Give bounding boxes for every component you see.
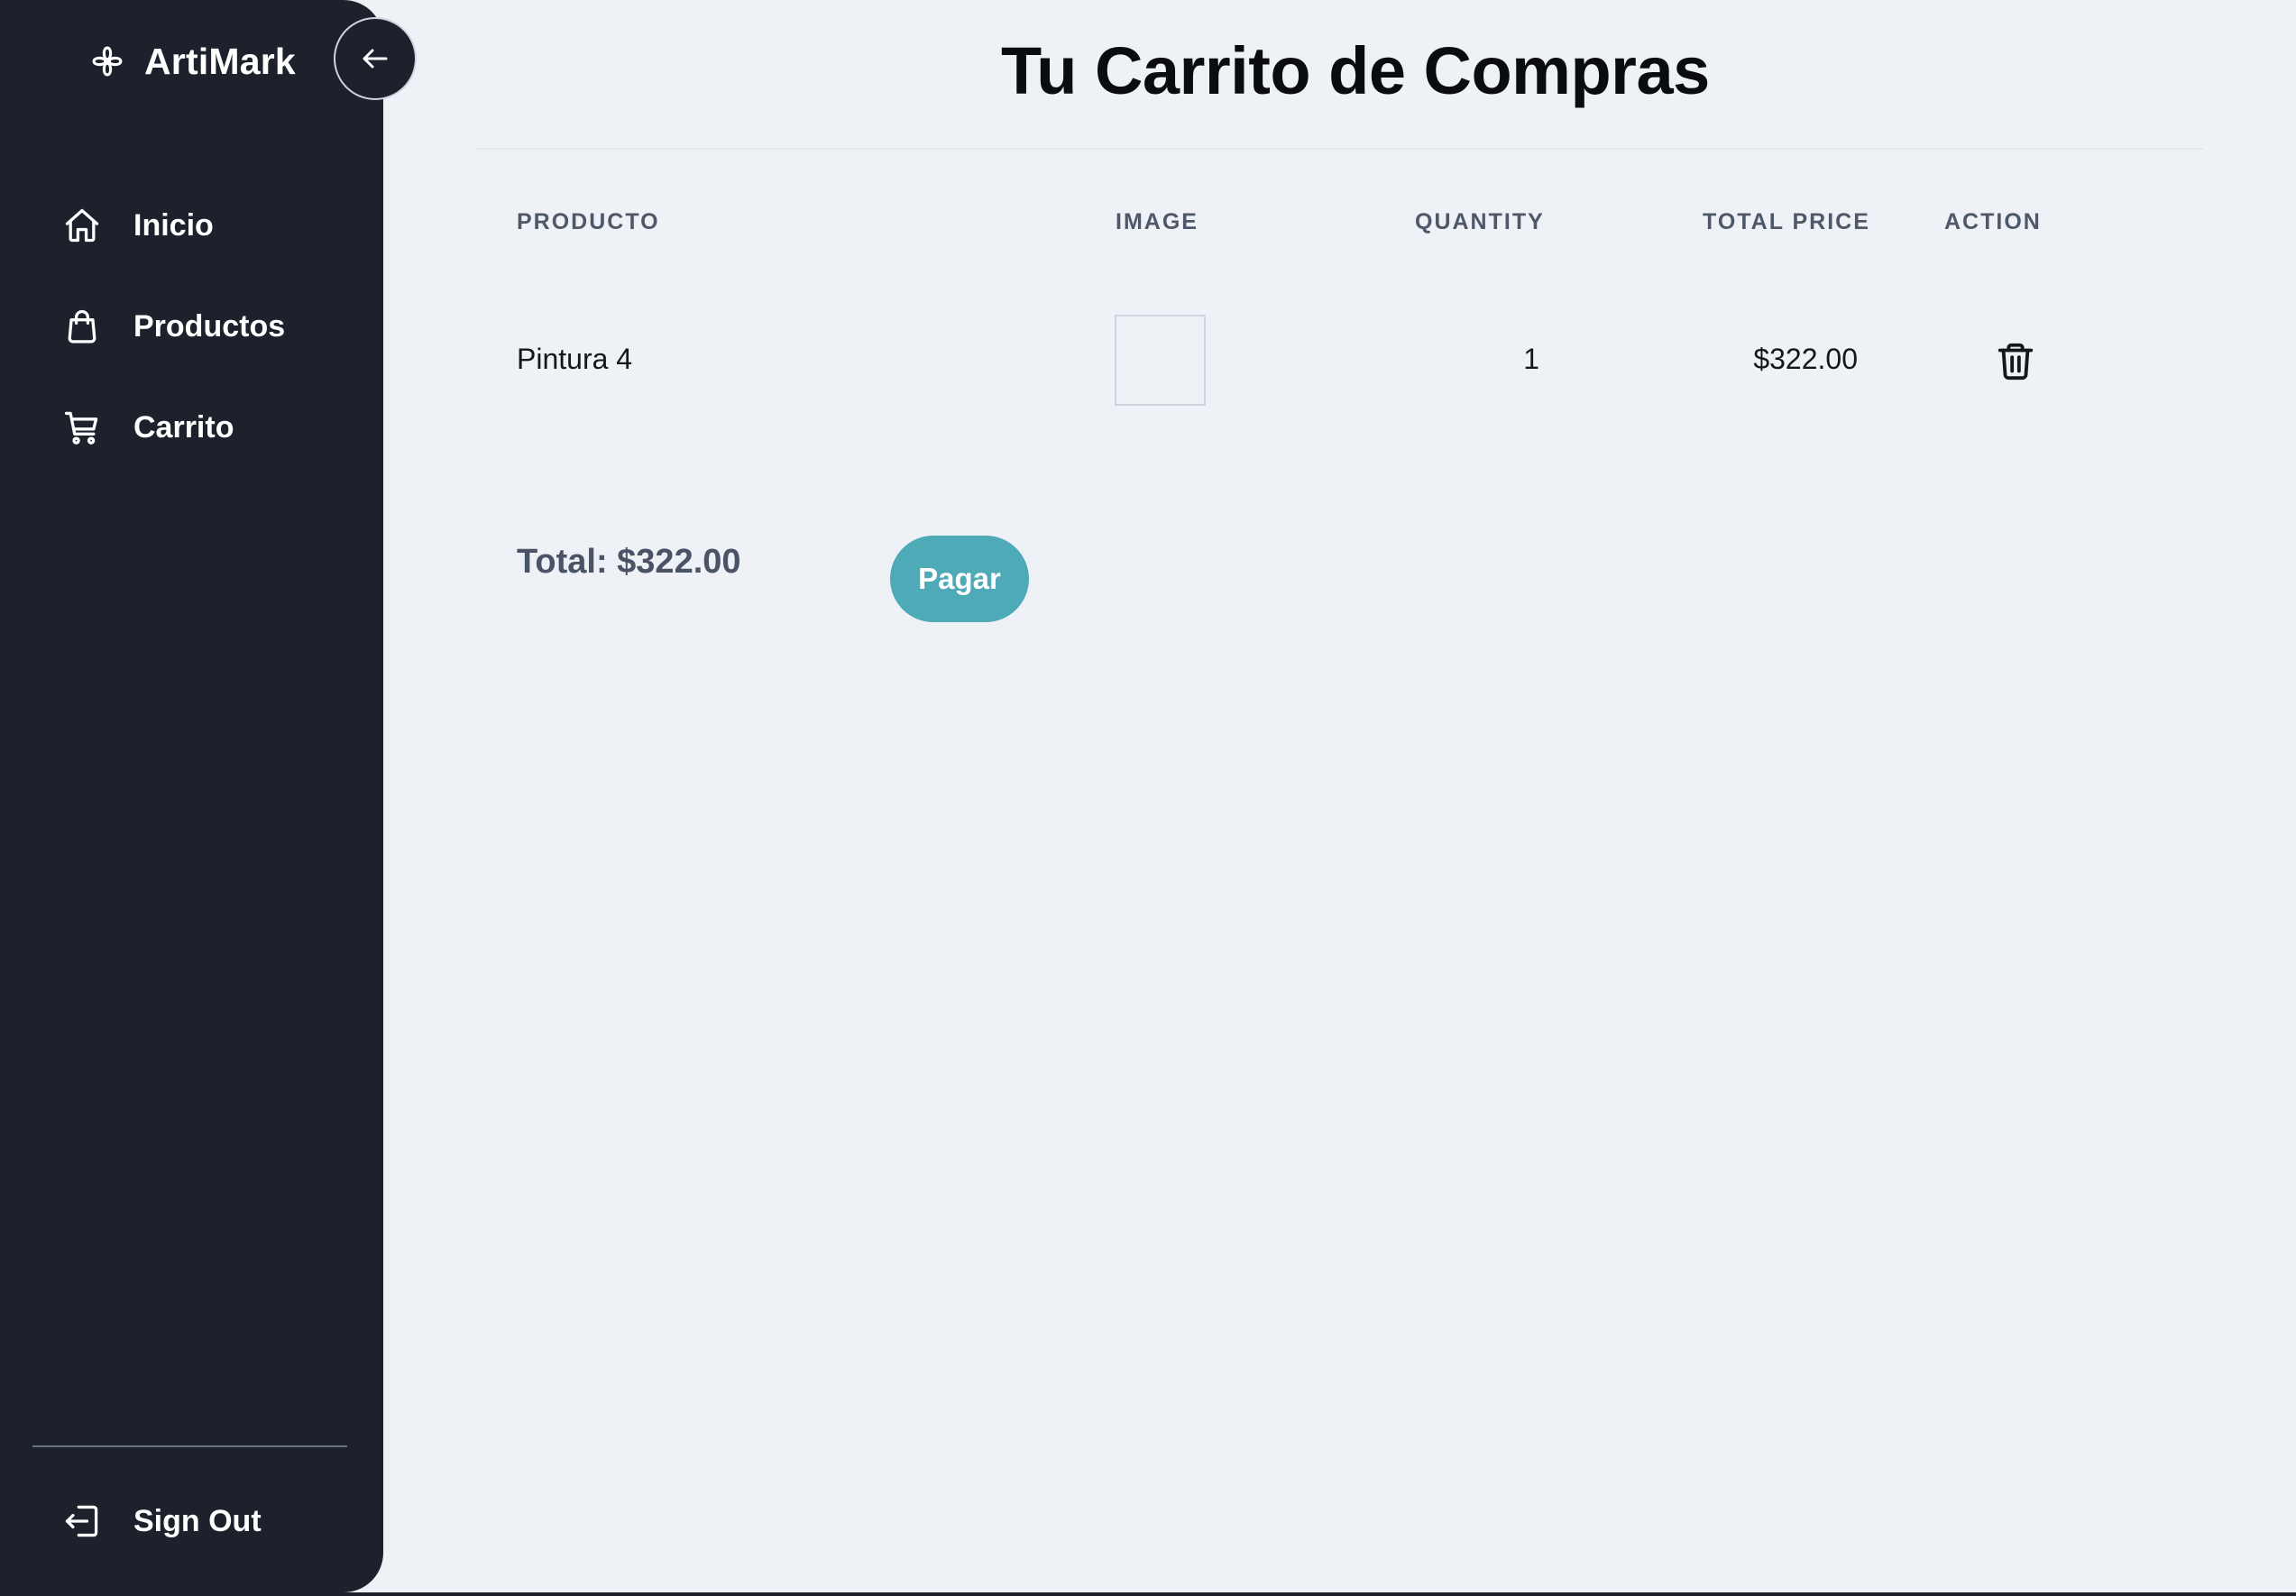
sidebar-item-label: Productos [133, 308, 286, 344]
home-icon [61, 205, 103, 246]
sign-out-icon [61, 1500, 103, 1542]
sign-out-label: Sign Out [133, 1503, 262, 1538]
title-divider [475, 148, 2203, 150]
page-title: Tu Carrito de Compras [1001, 33, 1710, 108]
cart-icon [61, 407, 103, 448]
pay-button[interactable]: Pagar [890, 536, 1029, 622]
brand-name: ArtiMark [144, 40, 296, 82]
trash-icon [1998, 343, 2034, 381]
arrow-left-icon [363, 49, 388, 69]
sidebar: ArtiMark Inicio Productos Carrito Sign O… [0, 0, 383, 1592]
logo-icon [92, 46, 123, 77]
brand[interactable]: ArtiMark [88, 36, 296, 87]
shopping-bag-icon [61, 306, 103, 347]
sign-out-button[interactable]: Sign Out [61, 1492, 262, 1550]
column-header-product: PRODUCTO [517, 209, 660, 234]
column-header-action: ACTION [1944, 209, 2042, 234]
sidebar-item-inicio[interactable]: Inicio [61, 197, 214, 254]
delete-item-button[interactable] [1995, 339, 2036, 382]
sidebar-item-label: Inicio [133, 207, 214, 243]
column-header-total-price: TOTAL PRICE [1703, 209, 1870, 234]
column-header-image: IMAGE [1116, 209, 1199, 234]
sidebar-divider [32, 1445, 347, 1447]
cart-total: Total: $322.00 [517, 543, 741, 581]
sidebar-item-productos[interactable]: Productos [61, 298, 285, 355]
product-image-placeholder [1115, 315, 1206, 406]
cell-total-price: $322.00 [1753, 343, 1858, 375]
sidebar-item-carrito[interactable]: Carrito [61, 399, 234, 456]
column-header-quantity: QUANTITY [1415, 209, 1545, 234]
cell-product-name: Pintura 4 [517, 343, 633, 375]
cell-quantity: 1 [1523, 343, 1539, 375]
sidebar-item-label: Carrito [133, 409, 234, 445]
collapse-sidebar-button[interactable] [334, 17, 417, 100]
